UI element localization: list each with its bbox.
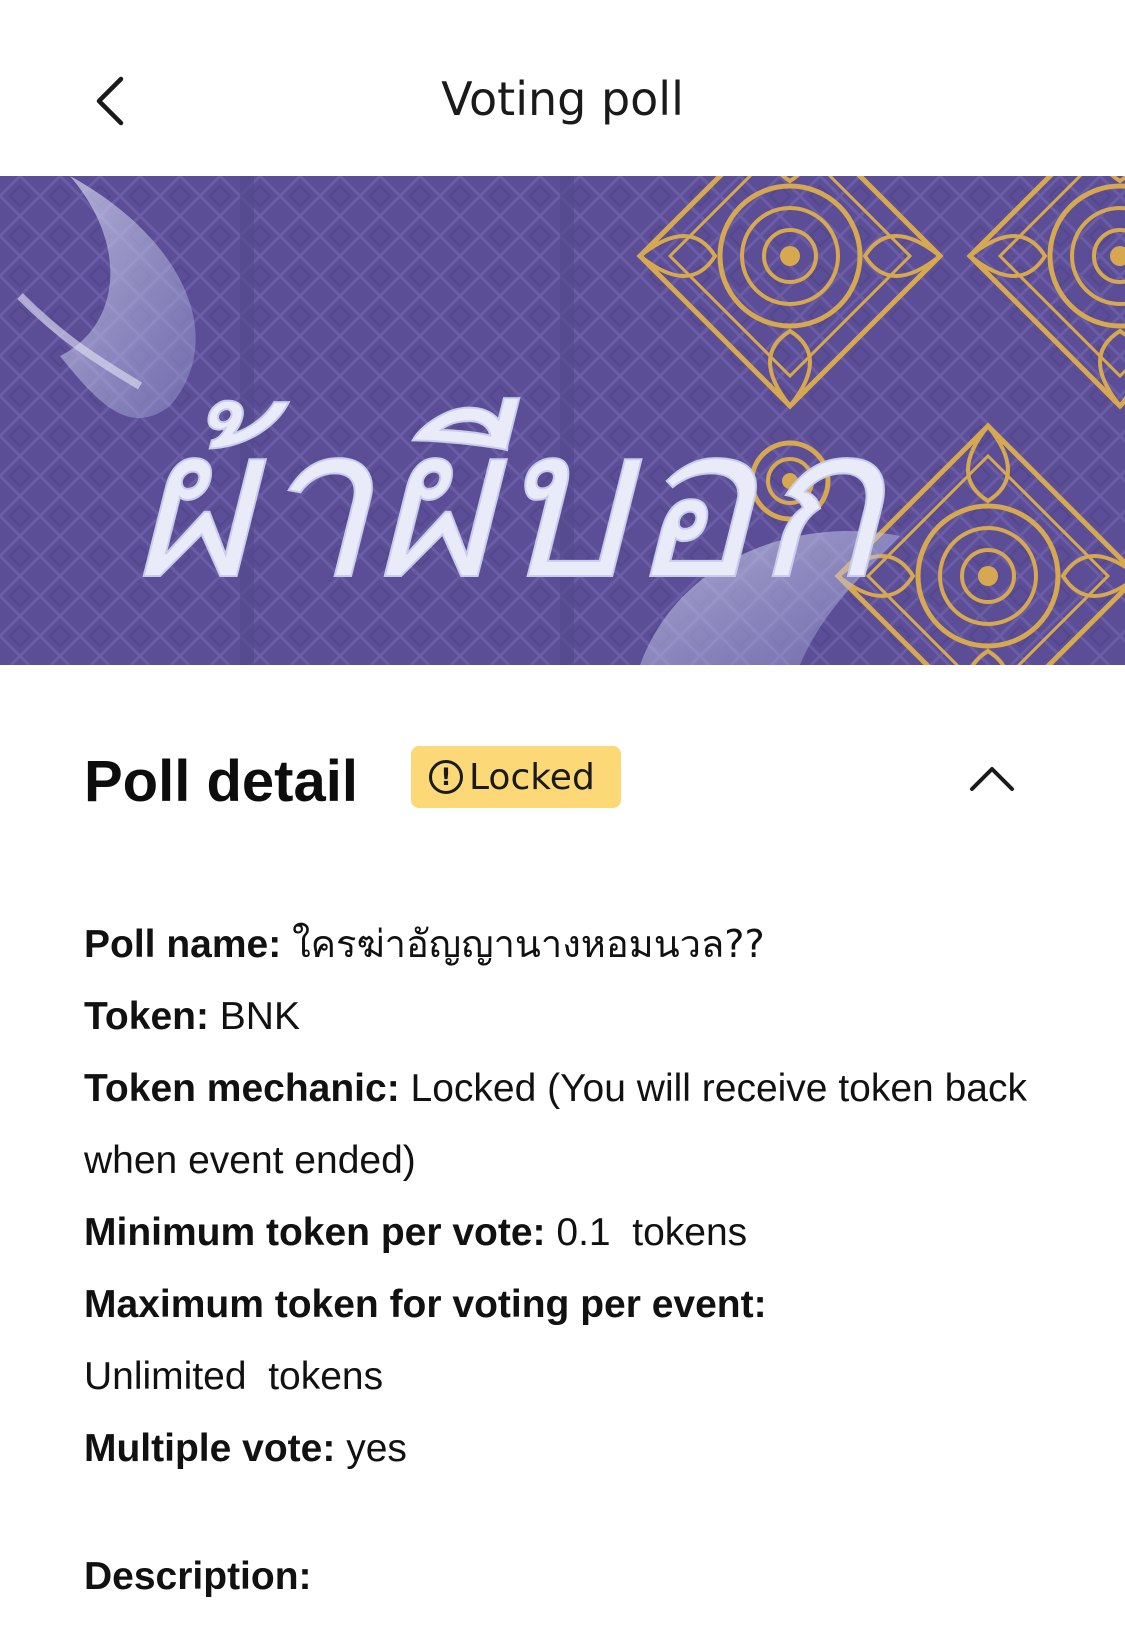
poll-detail-header: Poll detail ! Locked xyxy=(84,742,1044,822)
poll-name-row: Poll name: ใครฆ่าอัญญานางหอมนวล?? xyxy=(84,908,1044,981)
multiple-vote-row: Multiple vote: yes xyxy=(84,1413,1044,1485)
chevron-up-icon xyxy=(970,767,1014,791)
maximum-token-label: Maximum token for voting per event: xyxy=(84,1283,767,1326)
banner-title: ผ้าผีบอก xyxy=(130,381,889,626)
collapse-button[interactable] xyxy=(964,756,1020,800)
poll-name-value: ใครฆ่าอัญญานางหอมนวล?? xyxy=(292,922,765,966)
minimum-token-label: Minimum token per vote: xyxy=(84,1211,546,1254)
token-label: Token: xyxy=(84,995,209,1038)
token-mechanic-row: Token mechanic: Locked (You will receive… xyxy=(84,1053,1044,1197)
multiple-vote-value: yes xyxy=(346,1427,407,1470)
top-bar: Voting poll xyxy=(0,0,1125,176)
section-title: Poll detail xyxy=(84,749,358,814)
token-value: BNK xyxy=(219,995,300,1038)
maximum-token-row: Maximum token for voting per event: Unli… xyxy=(84,1269,1044,1413)
poll-name-label: Poll name: xyxy=(84,923,282,966)
page-title: Voting poll xyxy=(441,72,684,126)
poll-details: Poll name: ใครฆ่าอัญญานางหอมนวล?? Token:… xyxy=(84,908,1044,1485)
maximum-token-value: Unlimited tokens xyxy=(84,1355,384,1398)
alert-circle-icon: ! xyxy=(429,760,463,794)
minimum-token-row: Minimum token per vote: 0.1 tokens xyxy=(84,1197,1044,1269)
description-label: Description: xyxy=(84,1555,312,1598)
status-badge-label: Locked xyxy=(469,756,595,798)
poll-banner-image: ผ้าผีบอก xyxy=(0,176,1125,665)
token-row: Token: BNK xyxy=(84,981,1044,1053)
token-mechanic-label: Token mechanic: xyxy=(84,1067,400,1110)
status-badge: ! Locked xyxy=(411,746,621,808)
minimum-token-value: 0.1 tokens xyxy=(556,1211,748,1254)
multiple-vote-label: Multiple vote: xyxy=(84,1427,336,1470)
